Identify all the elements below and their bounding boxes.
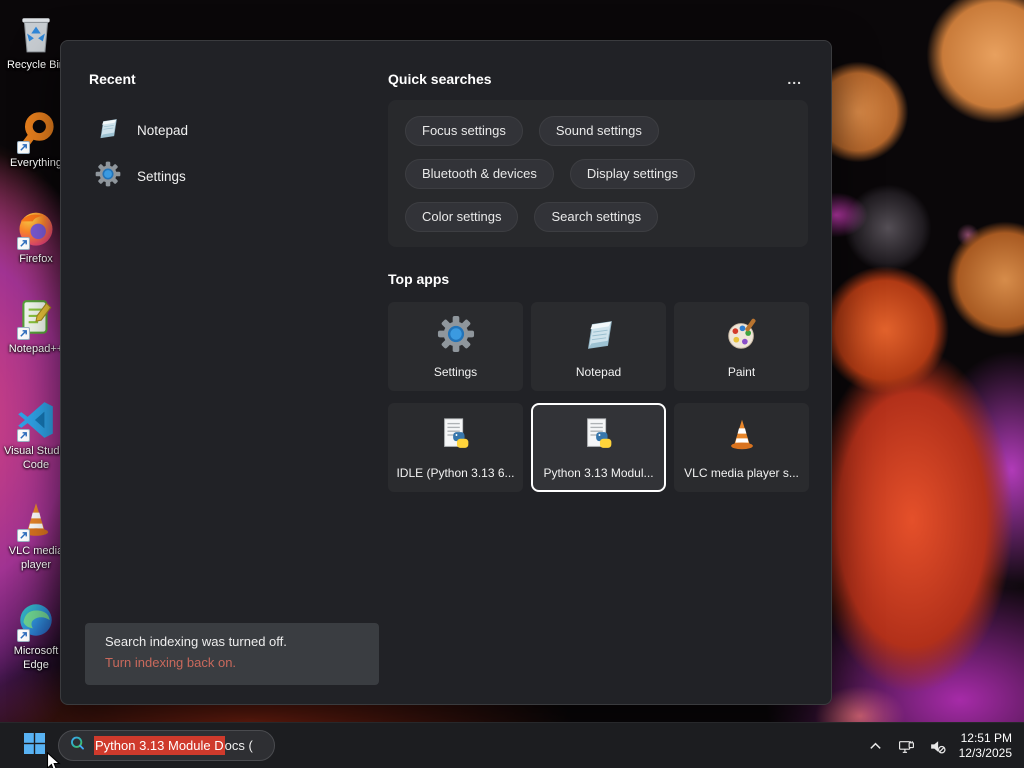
- everything-search-icon: [14, 110, 58, 154]
- quick-searches-section: Quick searches ... Focus settings Sound …: [388, 71, 808, 247]
- top-app-label: Python 3.13 Modul...: [543, 465, 654, 480]
- recent-title: Recent: [89, 71, 136, 87]
- taskbar-search-input[interactable]: Python 3.13 Module Docs (: [58, 730, 275, 761]
- top-app-label: Paint: [727, 364, 756, 379]
- system-tray: 12:51 PM 12/3/2025: [866, 723, 1018, 768]
- shortcut-arrow-icon: [17, 529, 30, 542]
- turn-indexing-on-link[interactable]: Turn indexing back on.: [105, 655, 379, 670]
- selected-query-text: Python 3.13 Module D: [94, 736, 225, 755]
- top-app-tile-python-module-docs[interactable]: Python 3.13 Modul...: [531, 403, 666, 492]
- notepad-icon: [580, 315, 618, 358]
- recent-section: Recent Notepad Settings: [89, 71, 359, 199]
- python-doc-icon: [580, 416, 618, 459]
- quick-search-pill[interactable]: Bluetooth & devices: [405, 159, 554, 189]
- quick-search-pill[interactable]: Search settings: [534, 202, 659, 232]
- shortcut-arrow-icon: [17, 141, 30, 154]
- quick-search-pill[interactable]: Color settings: [405, 202, 519, 232]
- recent-item-settings[interactable]: Settings: [89, 153, 359, 199]
- settings-gear-icon: [437, 315, 475, 358]
- network-icon[interactable]: [897, 732, 917, 760]
- tray-chevron-up-icon[interactable]: [866, 732, 886, 760]
- firefox-icon: [14, 206, 58, 250]
- shortcut-arrow-icon: [17, 629, 30, 642]
- vlc-icon: [723, 416, 761, 459]
- indexing-notice: Search indexing was turned off. Turn ind…: [85, 623, 379, 685]
- vscode-icon: [14, 398, 58, 442]
- unselected-query-text: ocs (: [224, 738, 253, 753]
- recent-item-label: Notepad: [137, 122, 189, 138]
- more-options-icon[interactable]: ...: [781, 72, 808, 86]
- recent-item-label: Settings: [137, 168, 186, 184]
- indexing-notice-message: Search indexing was turned off.: [105, 634, 287, 649]
- clock-time: 12:51 PM: [960, 731, 1012, 745]
- clock[interactable]: 12:51 PM 12/3/2025: [959, 731, 1018, 761]
- paint-palette-icon: [723, 315, 761, 358]
- clock-date: 12/3/2025: [958, 746, 1012, 760]
- recycle-bin-icon: [14, 12, 58, 56]
- notepad-plus-plus-icon: [14, 296, 58, 340]
- volume-muted-icon[interactable]: [928, 732, 948, 760]
- quick-search-pill[interactable]: Display settings: [569, 159, 695, 189]
- taskbar: Python 3.13 Module Docs ( 12:51 PM 12/3/…: [0, 722, 1024, 768]
- shortcut-arrow-icon: [17, 327, 30, 340]
- search-icon: [69, 735, 86, 757]
- top-app-label: IDLE (Python 3.13 6...: [396, 465, 515, 480]
- top-app-tile-notepad[interactable]: Notepad: [531, 302, 666, 391]
- quick-searches-title: Quick searches: [388, 71, 492, 87]
- top-apps-title: Top apps: [388, 271, 450, 287]
- top-app-tile-settings[interactable]: Settings: [388, 302, 523, 391]
- vlc-icon: [14, 498, 58, 542]
- top-app-tile-paint[interactable]: Paint: [674, 302, 809, 391]
- start-button[interactable]: [18, 730, 50, 762]
- quick-search-pill[interactable]: Sound settings: [538, 116, 659, 146]
- python-doc-icon: [437, 416, 475, 459]
- search-query-text: Python 3.13 Module Docs (: [94, 736, 253, 755]
- top-app-label: Settings: [433, 364, 478, 379]
- quick-searches-card: Focus settings Sound settings Bluetooth …: [388, 100, 808, 247]
- top-apps-grid: Settings Notepad Paint IDLE (Python 3.13…: [388, 302, 809, 492]
- top-app-tile-vlc[interactable]: VLC media player s...: [674, 403, 809, 492]
- top-app-label: Notepad: [575, 364, 622, 379]
- edge-icon: [14, 598, 58, 642]
- shortcut-arrow-icon: [17, 429, 30, 442]
- settings-gear-icon: [95, 161, 121, 192]
- top-app-tile-idle-python[interactable]: IDLE (Python 3.13 6...: [388, 403, 523, 492]
- shortcut-arrow-icon: [17, 237, 30, 250]
- windows-logo-icon: [23, 733, 45, 759]
- notepad-icon: [95, 115, 121, 146]
- quick-search-pill[interactable]: Focus settings: [405, 116, 523, 146]
- top-app-label: VLC media player s...: [684, 465, 799, 480]
- search-flyout-panel: Recent Notepad Settings Quick searches .…: [60, 40, 832, 705]
- recent-item-notepad[interactable]: Notepad: [89, 107, 359, 153]
